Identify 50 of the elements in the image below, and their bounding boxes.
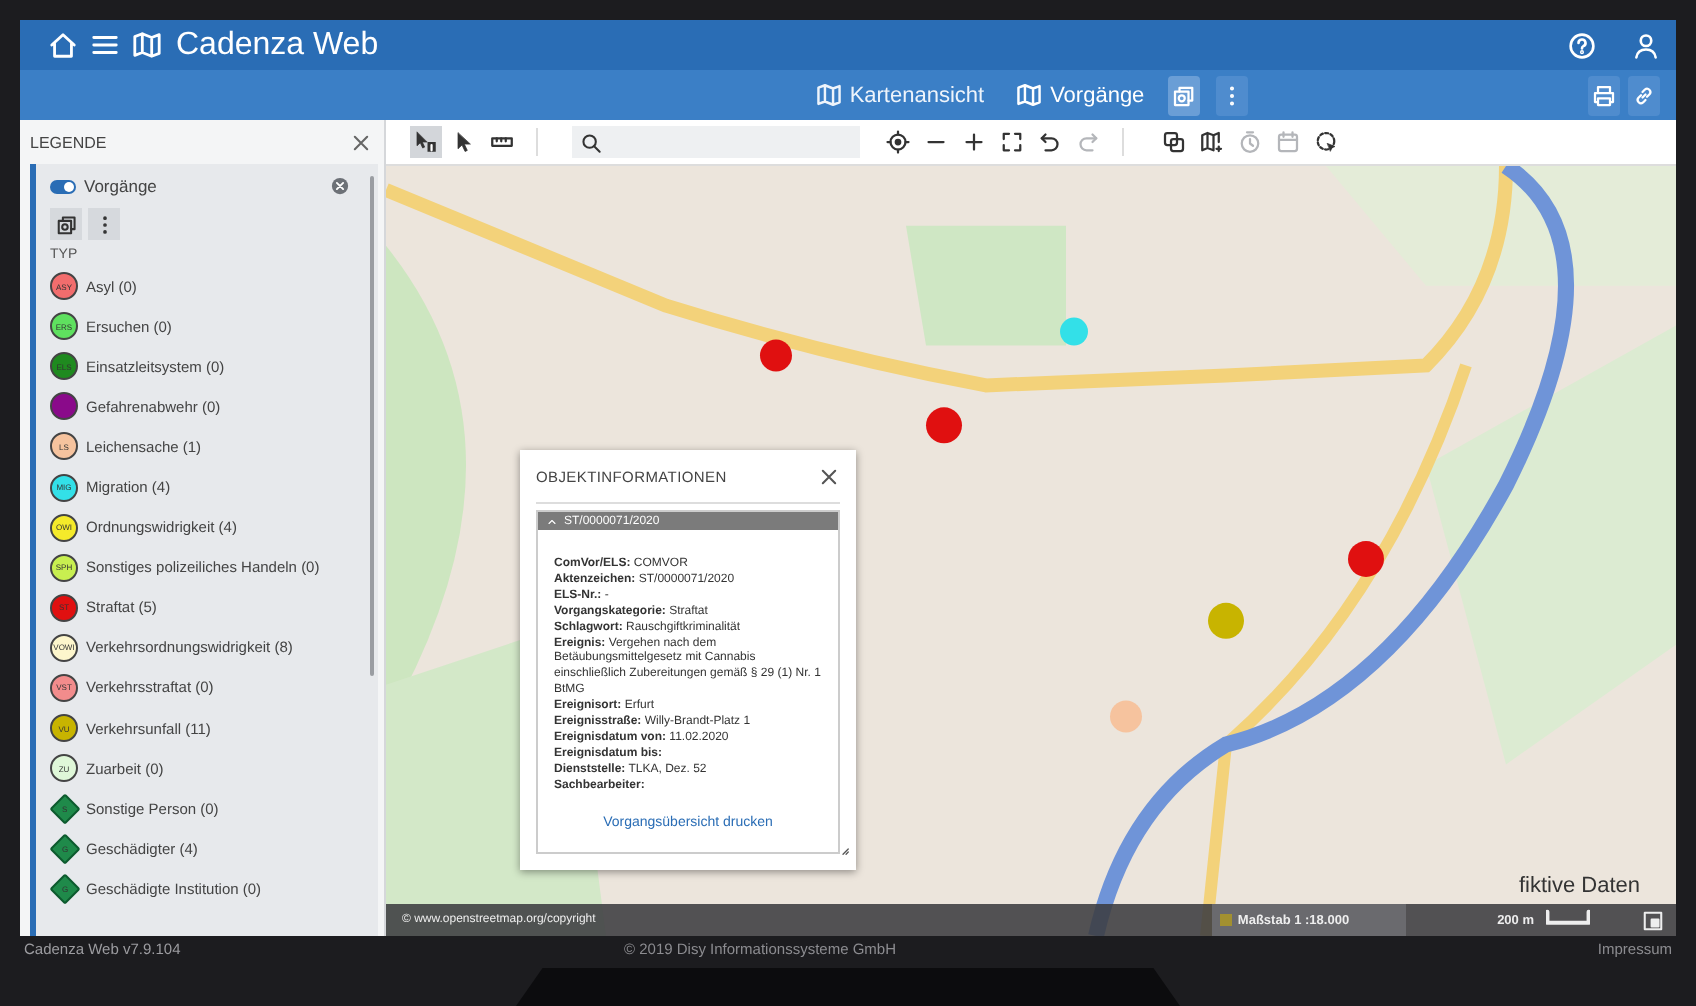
print-button[interactable]	[1588, 75, 1620, 115]
zoom-in-icon	[962, 130, 986, 154]
link-button[interactable]	[1628, 75, 1660, 115]
info-pointer-tool[interactable]	[410, 126, 442, 158]
menu-icon[interactable]	[90, 30, 120, 60]
copy-icon	[1162, 130, 1186, 154]
copy-tool[interactable]	[1158, 126, 1190, 158]
overview-map-icon[interactable]	[1642, 909, 1664, 931]
layer-name: Vorgänge	[84, 176, 157, 196]
nav-tab[interactable]: Vorgänge	[1008, 75, 1153, 115]
scale-icon	[1219, 914, 1232, 926]
nav-tab[interactable]: Kartenansicht	[807, 75, 993, 115]
layers-icon	[1172, 83, 1197, 107]
info-pointer-icon	[414, 130, 438, 154]
close-icon[interactable]	[350, 131, 372, 153]
pointer-icon	[452, 130, 476, 154]
remove-icon[interactable]	[330, 176, 350, 196]
printer-icon	[1592, 83, 1616, 107]
calendar-icon	[1276, 130, 1300, 154]
more-button[interactable]	[1216, 75, 1249, 115]
data-notice: fiktive Daten	[1518, 874, 1640, 898]
map-icon	[1016, 82, 1043, 108]
add-map-icon	[1200, 130, 1224, 154]
close-icon[interactable]	[818, 465, 840, 487]
add-map-tool[interactable]	[1196, 126, 1228, 158]
locate-tool[interactable]	[882, 126, 914, 158]
fullscreen-icon	[1000, 130, 1024, 154]
layers-button[interactable]	[50, 208, 82, 240]
home-icon[interactable]	[48, 30, 78, 60]
search-icon	[580, 131, 602, 153]
search-field[interactable]	[572, 126, 860, 158]
map-icon[interactable]	[132, 30, 162, 60]
locate-icon	[886, 130, 910, 154]
scrollbar[interactable]	[370, 176, 374, 676]
layers-icon	[55, 213, 77, 235]
help-icon[interactable]	[1568, 31, 1596, 59]
chevron-up-icon	[546, 515, 558, 527]
redo-icon	[1076, 130, 1100, 154]
layer-toggle[interactable]	[50, 179, 76, 193]
resize-handle-icon	[836, 842, 850, 856]
app-title: Cadenza Web	[176, 27, 379, 63]
user-icon[interactable]	[1632, 31, 1660, 59]
lasso-select-icon	[1314, 130, 1338, 154]
layers-button[interactable]	[1168, 75, 1201, 115]
panel-title: LEGENDE	[30, 133, 107, 151]
map-icon	[815, 82, 842, 108]
timer-icon	[1238, 130, 1262, 154]
undo-icon	[1038, 130, 1062, 154]
more-button[interactable]	[88, 208, 120, 240]
link-icon	[1632, 83, 1656, 107]
